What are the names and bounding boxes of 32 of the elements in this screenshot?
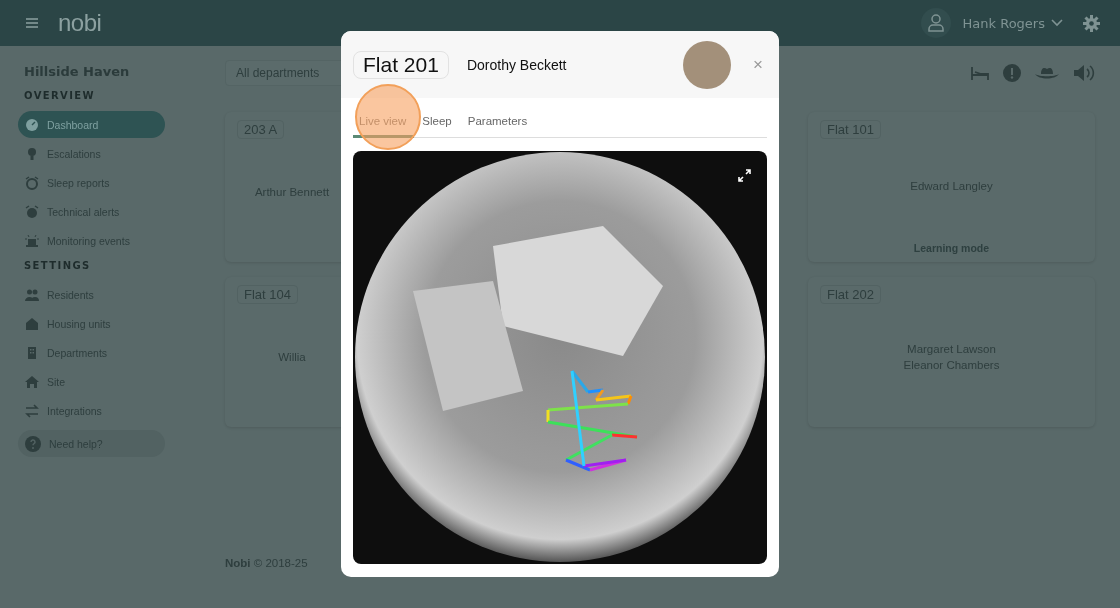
- home-icon: [25, 374, 39, 389]
- arrows-icon: [25, 403, 39, 418]
- person-icon: [927, 14, 944, 32]
- settings-icon[interactable]: [1083, 14, 1100, 32]
- siren-icon: [25, 233, 39, 248]
- tab[interactable]: Parameters: [459, 98, 536, 138]
- people-icon: [25, 287, 39, 302]
- unit-label: Flat 201: [353, 50, 449, 79]
- resident-name: Dorothy Beckett: [466, 56, 568, 73]
- sidebar-item[interactable]: Dashboard: [18, 111, 165, 138]
- alarm-clock-icon: [25, 204, 39, 219]
- house-icon: [25, 316, 39, 331]
- user-avatar-button[interactable]: [920, 8, 951, 38]
- lightbulb-icon: [25, 146, 39, 161]
- exclamation-icon[interactable]: [1003, 64, 1021, 82]
- question-icon: [25, 435, 41, 452]
- bed-icon[interactable]: [971, 65, 989, 81]
- alarm-clock-icon: [25, 175, 39, 190]
- section-heading: SETTINGS: [24, 260, 92, 271]
- sidebar-label: Dashboard: [47, 118, 99, 131]
- close-button[interactable]: ×: [749, 54, 767, 75]
- logo: nobi: [58, 9, 102, 37]
- section-heading: OVERVIEW: [24, 90, 97, 101]
- building-icon: [25, 345, 39, 360]
- expand-icon[interactable]: [738, 169, 751, 182]
- speaker-icon[interactable]: [1073, 64, 1095, 82]
- tab[interactable]: Sleep: [414, 98, 460, 138]
- user-name[interactable]: Hank Rogers: [962, 15, 1045, 31]
- gauge-icon: [25, 117, 39, 132]
- hat-icon[interactable]: [1035, 66, 1059, 80]
- menu-icon[interactable]: [26, 18, 38, 28]
- chevron-down-icon[interactable]: [1051, 19, 1063, 27]
